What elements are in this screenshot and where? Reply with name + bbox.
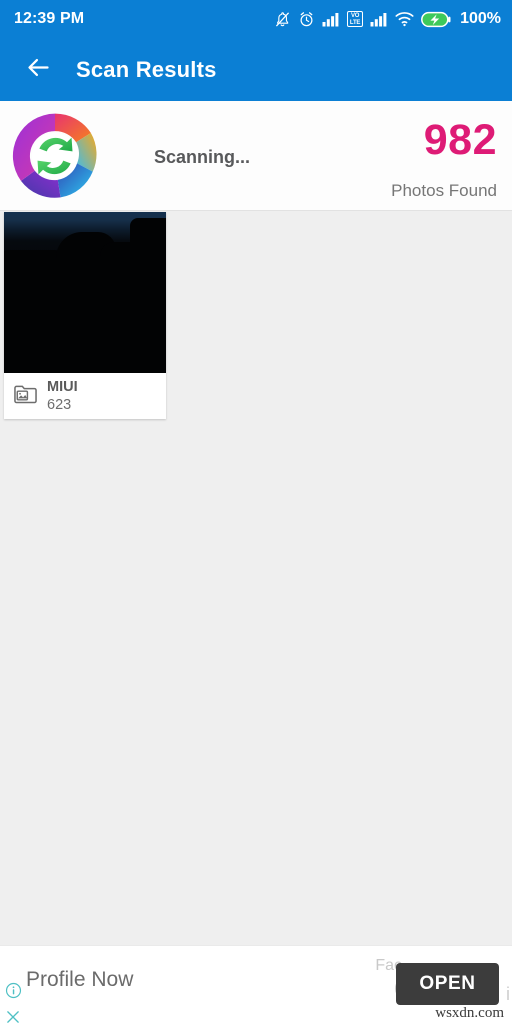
- close-x-icon[interactable]: [5, 1009, 21, 1024]
- album-text-block: MIUI 623: [47, 378, 78, 413]
- volte-badge-icon: VO LTE: [347, 11, 364, 27]
- battery-percent-label: 100%: [460, 10, 501, 27]
- signal-bars-sim2-icon: [370, 11, 388, 27]
- alarm-clock-icon: [298, 11, 315, 28]
- status-bar-clock: 12:39 PM: [14, 10, 85, 27]
- battery-charging-icon: [421, 11, 451, 28]
- volte-line-2: LTE: [349, 19, 361, 26]
- ad-control-icons: [2, 982, 24, 1024]
- page-title: Scan Results: [76, 56, 217, 82]
- photos-found-label: Photos Found: [391, 181, 497, 200]
- scan-status-text: Scanning...: [154, 147, 251, 167]
- app-bar: Scan Results: [0, 38, 512, 101]
- album-card-miui[interactable]: MIUI 623: [4, 212, 166, 419]
- ad-open-button[interactable]: OPEN: [396, 963, 499, 1005]
- ad-headline: Profile Now: [26, 968, 134, 991]
- scan-summary-header: Scanning... 982 Photos Found: [0, 101, 512, 211]
- photos-found-count: 982: [423, 116, 497, 164]
- photo-folder-icon: [13, 382, 38, 410]
- ad-edge-text: i: [506, 984, 510, 1004]
- notifications-muted-icon: [274, 11, 291, 28]
- recycle-swirl-logo-icon: [9, 110, 101, 202]
- watermark-text: wsxdn.com: [435, 1005, 504, 1021]
- album-name: MIUI: [47, 378, 78, 395]
- album-photo-count: 623: [47, 397, 72, 413]
- phone-screen: 12:39 PM VO LTE 100% Scan Results Scanni…: [0, 0, 512, 1024]
- back-button[interactable]: [12, 44, 64, 96]
- info-circle-icon[interactable]: [5, 982, 22, 1004]
- album-thumbnail: [4, 212, 166, 373]
- wifi-icon: [395, 11, 414, 27]
- album-meta: MIUI 623: [4, 373, 166, 419]
- status-bar-icons: VO LTE 100%: [274, 10, 501, 28]
- signal-bars-sim1-icon: [322, 11, 340, 27]
- back-arrow-icon: [25, 54, 52, 86]
- status-bar: 12:39 PM VO LTE 100%: [0, 0, 512, 38]
- ad-banner[interactable]: Profile Now Fac Co i OPEN wsxdn.com: [0, 945, 512, 1024]
- volte-line-1: VO: [350, 13, 360, 19]
- album-grid: MIUI 623: [0, 212, 512, 946]
